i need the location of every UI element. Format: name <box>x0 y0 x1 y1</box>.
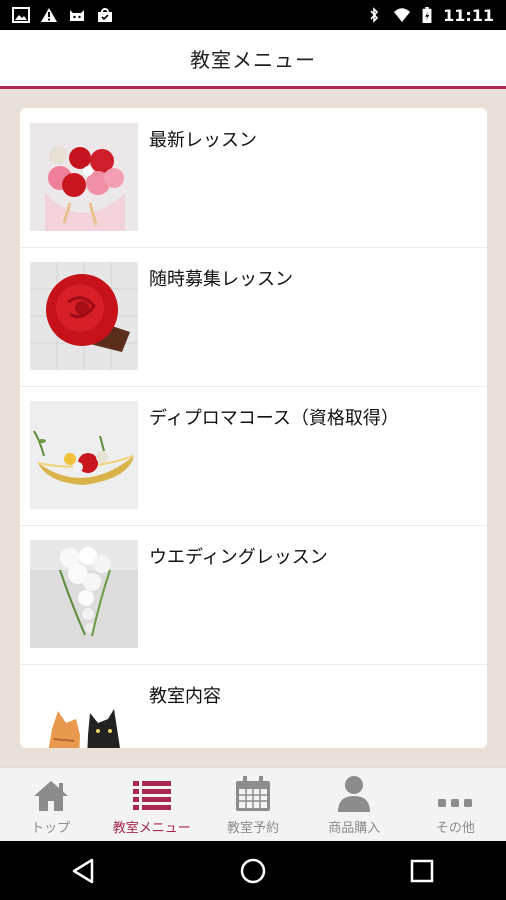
system-status: 11:11 <box>365 6 506 25</box>
thumbnail-image <box>30 401 138 509</box>
back-icon[interactable] <box>70 857 98 885</box>
tab-label: 教室メニュー <box>112 821 191 836</box>
tab-other[interactable]: その他 <box>405 768 506 842</box>
status-bar: 11:11 <box>0 0 506 30</box>
bottom-tab-bar: トップ 教室メニュー 教室予約 商品購入 その他 <box>0 767 506 842</box>
menu-item-label: 教室内容 <box>149 686 221 707</box>
thumbnail-image <box>30 262 138 370</box>
thumbnail-image <box>30 123 138 231</box>
menu-item-label: ウエディングレッスン <box>149 547 328 568</box>
shopping-bag-notification-icon <box>98 8 112 22</box>
person-icon <box>338 776 371 812</box>
cat-notification-icon <box>70 10 84 21</box>
clock: 11:11 <box>443 5 494 25</box>
tab-top[interactable]: トップ <box>0 768 101 842</box>
more-icon <box>438 799 473 807</box>
home-icon <box>33 781 68 811</box>
menu-item-open-enrollment[interactable]: 随時募集レッスン <box>20 247 487 387</box>
notification-icons <box>0 7 114 23</box>
menu-item-diploma-course[interactable]: ディプロマコース（資格取得） <box>20 386 487 526</box>
menu-item-classroom-info[interactable]: 教室内容 <box>20 664 487 748</box>
menu-item-label: 随時募集レッスン <box>149 269 293 290</box>
page-title: 教室メニュー <box>190 47 316 72</box>
image-notification-icon <box>12 7 30 23</box>
thumbnail-image <box>30 540 138 648</box>
tab-label: その他 <box>435 821 475 836</box>
list-icon <box>132 781 171 810</box>
thumbnail-image <box>30 679 138 748</box>
calendar-icon <box>236 776 270 811</box>
bluetooth-icon <box>370 7 379 23</box>
system-navigation-bar <box>0 841 506 900</box>
menu-item-label: ディプロマコース（資格取得） <box>149 408 399 429</box>
menu-item-latest-lessons[interactable]: 最新レッスン <box>20 108 487 248</box>
tab-classroom-menu[interactable]: 教室メニュー <box>101 768 202 842</box>
menu-list: 最新レッスン 随時募集レッスン ディプロマコース（資格取得） ウエディングレッス… <box>20 108 487 748</box>
warning-notification-icon <box>41 8 57 22</box>
tab-label: 教室予約 <box>227 821 280 836</box>
battery-icon <box>422 7 432 23</box>
tab-label: 商品購入 <box>328 821 381 836</box>
home-circle-icon[interactable] <box>239 857 267 885</box>
menu-item-label: 最新レッスン <box>149 130 257 151</box>
tab-shop[interactable]: 商品購入 <box>304 768 405 842</box>
recents-icon[interactable] <box>408 857 436 885</box>
wifi-icon <box>394 8 411 22</box>
app-header: 教室メニュー <box>0 30 506 89</box>
tab-reservation[interactable]: 教室予約 <box>202 768 303 842</box>
tab-label: トップ <box>31 821 71 836</box>
menu-item-wedding-lessons[interactable]: ウエディングレッスン <box>20 525 487 665</box>
